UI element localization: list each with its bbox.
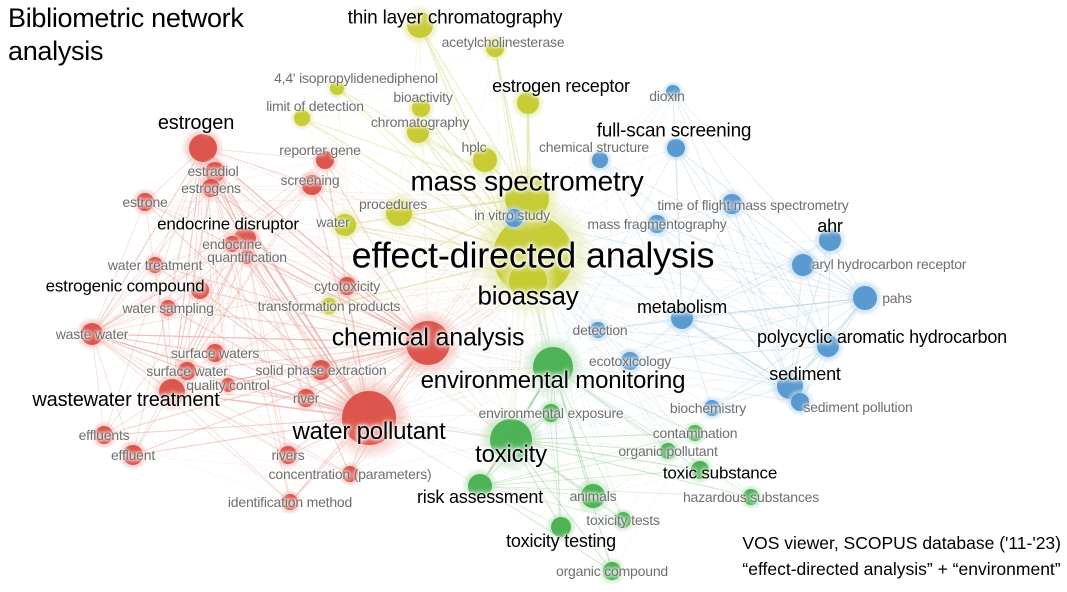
- node-label[interactable]: 4,4' isopropylidenediphenol: [274, 71, 438, 86]
- node-label[interactable]: estrogens: [181, 181, 241, 196]
- node-label[interactable]: river: [293, 391, 319, 406]
- node-label[interactable]: environmental monitoring: [421, 368, 686, 393]
- node-label[interactable]: screening: [281, 173, 340, 188]
- node-label[interactable]: procedures: [359, 197, 427, 212]
- node-label[interactable]: estrogenic compound: [46, 277, 205, 295]
- node-label[interactable]: limit of detection: [266, 99, 364, 114]
- node-label[interactable]: mass spectrometry: [410, 167, 643, 197]
- node-label[interactable]: solid phase extraction: [255, 363, 386, 378]
- node-label[interactable]: effluent: [111, 448, 155, 463]
- node-label[interactable]: quantification: [207, 250, 287, 265]
- node-label[interactable]: mass fragmentography: [587, 217, 726, 232]
- node-label[interactable]: time of flight mass spectrometry: [657, 198, 848, 213]
- node-label[interactable]: organic pollutant: [618, 444, 718, 459]
- node-label[interactable]: toxicity testing: [506, 531, 616, 550]
- node-label[interactable]: transformation products: [258, 299, 401, 314]
- caption-source: VOS viewer, SCOPUS database ('11-'23): [742, 532, 1061, 553]
- node-label[interactable]: toxic substance: [663, 464, 777, 482]
- node-label[interactable]: animals: [570, 489, 617, 504]
- node-label[interactable]: identification method: [228, 495, 352, 510]
- node-label[interactable]: toxicity tests: [586, 513, 660, 528]
- node-label[interactable]: metabolism: [637, 297, 727, 316]
- node-label[interactable]: bioassay: [477, 283, 578, 310]
- node-label[interactable]: effect-directed analysis: [352, 237, 715, 275]
- node-label[interactable]: ecotoxicology: [589, 354, 671, 369]
- node-label[interactable]: endocrine disruptor: [157, 215, 299, 233]
- node-label[interactable]: water pollutant: [292, 419, 445, 444]
- node-label[interactable]: surface waters: [171, 346, 259, 361]
- node-label[interactable]: toxicity: [475, 442, 547, 467]
- caption-query: “effect-directed analysis” + “environmen…: [742, 558, 1061, 579]
- node-label[interactable]: water sampling: [122, 301, 214, 316]
- page-title: Bibliometric network analysis: [8, 3, 244, 66]
- node-label[interactable]: environmental exposure: [478, 406, 623, 421]
- node-label[interactable]: effluents: [79, 428, 130, 443]
- node-label[interactable]: chemical structure: [539, 140, 649, 155]
- node-label[interactable]: ahr: [817, 216, 843, 235]
- node-label[interactable]: waste water: [56, 327, 129, 342]
- network-labels-layer: effect-directed analysis mass spectrometr…: [0, 0, 1067, 592]
- node-label[interactable]: hplc: [462, 140, 487, 155]
- node-label[interactable]: organic compound: [556, 564, 668, 579]
- node-label[interactable]: full-scan screening: [597, 121, 752, 141]
- node-label[interactable]: estrogen: [158, 112, 234, 133]
- node-label[interactable]: concentration (parameters): [269, 467, 432, 482]
- bibliometric-network-figure: effect-directed analysis mass spectrometr…: [0, 0, 1067, 592]
- node-label[interactable]: hazardous substances: [683, 490, 819, 505]
- node-label[interactable]: thin layer chromatography: [348, 8, 563, 28]
- node-label[interactable]: detection: [572, 323, 627, 338]
- node-label[interactable]: chromatography: [371, 115, 470, 130]
- node-label[interactable]: bioactivity: [393, 90, 452, 105]
- node-label[interactable]: estradiol: [187, 164, 238, 179]
- node-label[interactable]: water: [316, 215, 349, 230]
- node-label[interactable]: cytotoxicity: [314, 279, 380, 294]
- figure-caption: VOS viewer, SCOPUS database ('11-'23) “e…: [742, 530, 1061, 583]
- node-label[interactable]: quality control: [186, 378, 270, 393]
- node-label[interactable]: pahs: [882, 291, 912, 306]
- node-label[interactable]: estrone: [122, 195, 167, 210]
- node-label[interactable]: sediment pollution: [803, 400, 912, 415]
- node-label[interactable]: biochemistry: [670, 401, 746, 416]
- node-label[interactable]: estrogen receptor: [492, 76, 630, 95]
- node-label[interactable]: in vitro study: [474, 208, 550, 223]
- node-label[interactable]: contamination: [653, 426, 738, 441]
- node-label[interactable]: dioxin: [649, 89, 685, 104]
- node-label[interactable]: water treatment: [108, 258, 202, 273]
- node-label[interactable]: aryl hydrocarbon receptor: [812, 257, 967, 272]
- node-label[interactable]: rivers: [271, 448, 304, 463]
- node-label[interactable]: acetylcholinesterase: [442, 35, 565, 50]
- node-label[interactable]: sediment: [769, 364, 841, 383]
- node-label[interactable]: polycyclic aromatic hydrocarbon: [757, 327, 1007, 346]
- node-label[interactable]: reporter gene: [279, 143, 361, 158]
- node-label[interactable]: chemical analysis: [332, 325, 525, 351]
- node-label[interactable]: risk assessment: [417, 487, 543, 506]
